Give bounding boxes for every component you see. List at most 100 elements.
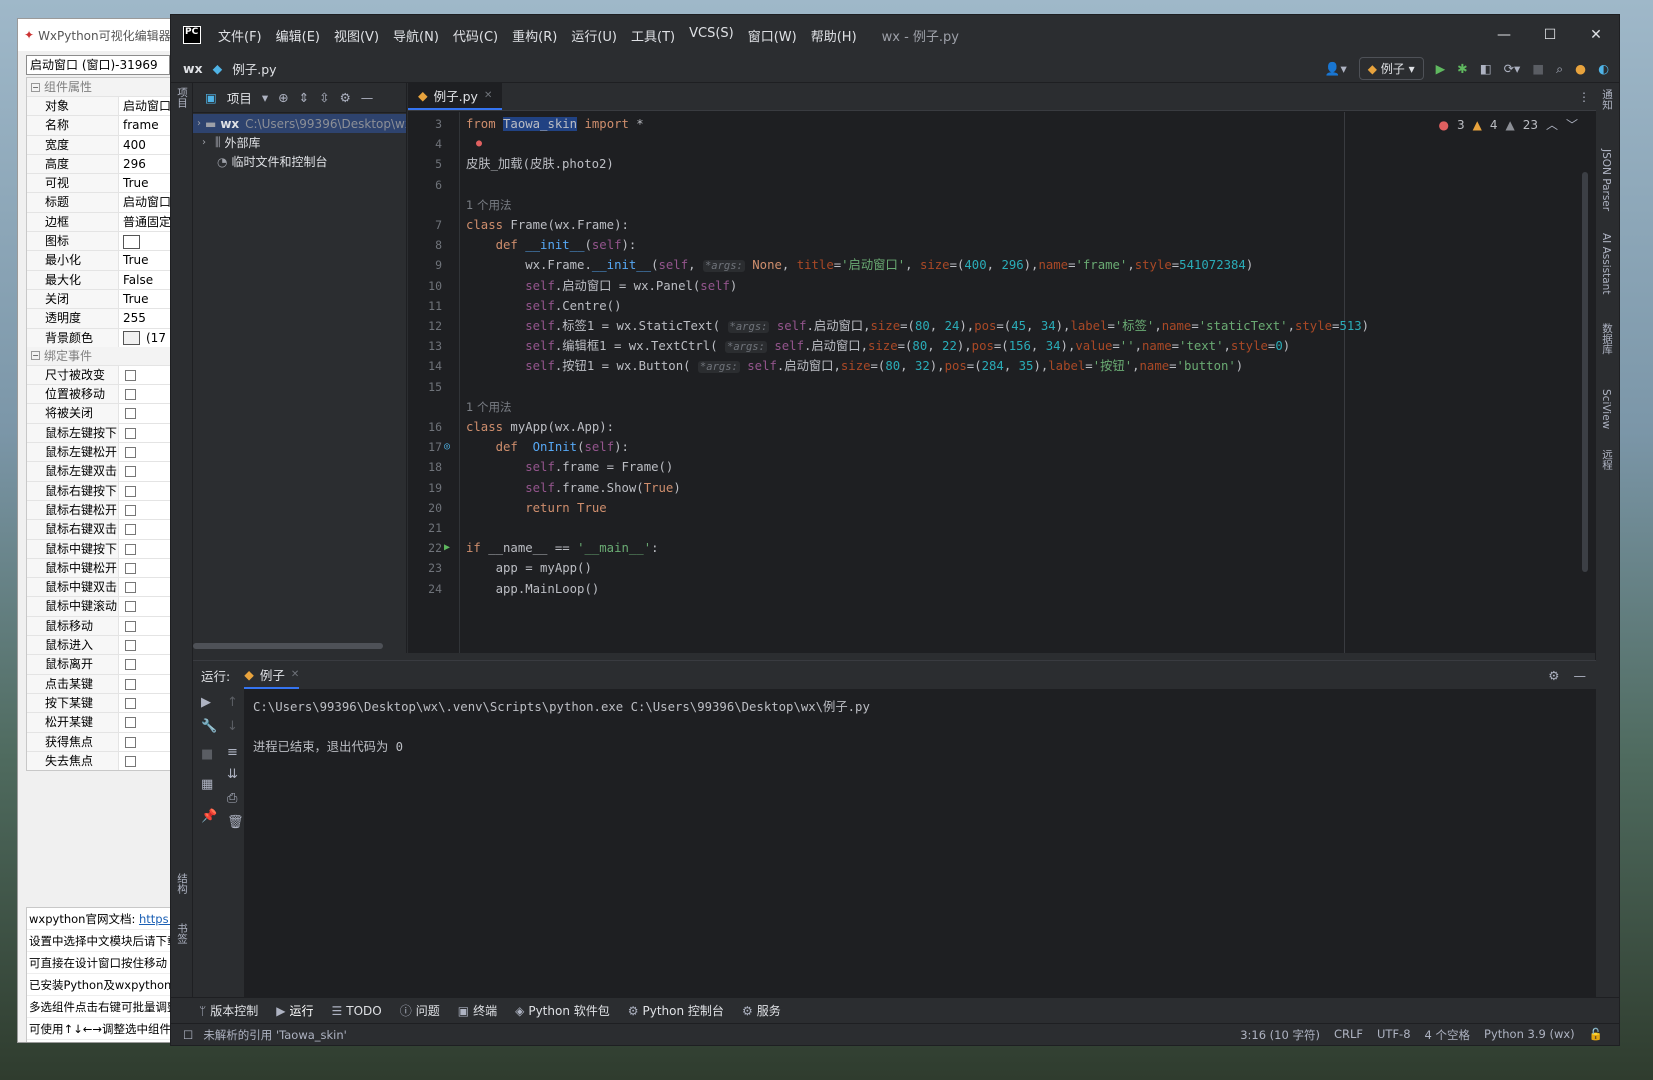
menu-item[interactable]: 导航(N): [386, 26, 446, 45]
stop-icon[interactable]: ■: [201, 747, 213, 762]
hide-icon[interactable]: —: [1574, 668, 1587, 683]
scroll-to-end-icon[interactable]: ⇊: [227, 767, 238, 782]
event-row[interactable]: 鼠标右键双击: [27, 519, 176, 539]
event-checkbox[interactable]: [125, 504, 136, 516]
event-row[interactable]: 点击某键: [27, 673, 176, 693]
tool-window-console[interactable]: ⚙ Python 控制台: [628, 1002, 724, 1019]
close-button[interactable]: ✕: [1573, 27, 1619, 43]
code-line[interactable]: 14 self.按钮1 = wx.Button( *args: self.启动窗…: [408, 356, 1596, 376]
horizontal-scrollbar[interactable]: [193, 643, 383, 649]
color-swatch[interactable]: [123, 331, 140, 346]
event-checkbox[interactable]: [125, 408, 136, 420]
event-checkbox[interactable]: [125, 717, 136, 729]
structure-tool-button[interactable]: 结构: [175, 873, 190, 894]
project-tool-label[interactable]: 项目: [175, 87, 190, 108]
gear-icon[interactable]: ⚙: [340, 90, 351, 105]
tool-window-packages[interactable]: ◈ Python 软件包: [515, 1002, 610, 1019]
event-row[interactable]: 鼠标中键按下: [27, 538, 176, 558]
event-row[interactable]: 尺寸被改变: [27, 364, 176, 385]
event-checkbox[interactable]: [125, 736, 136, 748]
property-row[interactable]: 透明度 255: [27, 308, 176, 328]
pin-icon[interactable]: 📌: [201, 809, 217, 824]
down-arrow-icon[interactable]: ↓: [227, 719, 238, 734]
json-parser-tool-button[interactable]: JSON Parser: [1600, 149, 1612, 211]
event-row[interactable]: 鼠标左键双击: [27, 461, 176, 481]
event-checkbox[interactable]: [125, 659, 136, 671]
event-row[interactable]: 失去焦点: [27, 750, 176, 771]
remote-tool-button[interactable]: 远程: [1600, 449, 1615, 470]
tool-window-branch[interactable]: ᛘ 版本控制: [199, 1002, 258, 1019]
property-value[interactable]: 普通固定: [119, 213, 176, 231]
status-item[interactable]: 4 个空格: [1425, 1027, 1470, 1043]
breadcrumb-file[interactable]: 例子.py: [232, 59, 276, 78]
event-checkbox[interactable]: [125, 620, 136, 632]
code-line[interactable]: 22 if __name__ == '__main__': ▶: [408, 538, 1596, 558]
tool-window-services[interactable]: ⚙ 服务: [742, 1002, 781, 1019]
property-value[interactable]: 400: [119, 136, 176, 154]
code-line[interactable]: 11 self.Centre(): [408, 296, 1596, 316]
property-value[interactable]: True: [119, 174, 176, 192]
event-checkbox[interactable]: [125, 697, 136, 709]
coverage-icon[interactable]: ◧: [1480, 61, 1492, 76]
search-icon[interactable]: ⌕: [1556, 61, 1563, 77]
collapse-all-icon[interactable]: ⇳: [319, 90, 329, 105]
gear-icon[interactable]: ⚙: [1548, 668, 1559, 683]
minimize-button[interactable]: —: [1481, 27, 1527, 43]
menu-item[interactable]: 窗口(W): [741, 26, 804, 45]
code-line[interactable]: 10 self.启动窗口 = wx.Panel(self): [408, 276, 1596, 296]
up-arrow-icon[interactable]: ↑: [227, 695, 238, 710]
run-tab[interactable]: ◆ 例子 ✕: [244, 661, 300, 689]
project-view-select[interactable]: 项目: [227, 88, 252, 107]
bookmarks-tool-button[interactable]: 书签: [175, 923, 190, 944]
debug-icon[interactable]: ✱: [1457, 61, 1467, 76]
status-item[interactable]: Python 3.9 (wx): [1484, 1027, 1575, 1043]
event-row[interactable]: 位置被移动: [27, 384, 176, 404]
maximize-button[interactable]: ☐: [1527, 27, 1573, 43]
event-row[interactable]: 松开某键: [27, 712, 176, 732]
close-tab-icon[interactable]: ✕: [484, 90, 492, 101]
menu-item[interactable]: 帮助(H): [804, 26, 864, 45]
code-line[interactable]: 7 class Frame(wx.Frame):: [408, 215, 1596, 235]
code-line[interactable]: 17 def OnInit(self): ◎: [408, 437, 1596, 457]
rerun-icon[interactable]: ▶: [201, 695, 211, 710]
tree-item[interactable]: › ⫼ 外部库: [193, 133, 406, 152]
event-checkbox[interactable]: [125, 524, 136, 536]
locate-icon[interactable]: ⊕: [278, 90, 288, 105]
property-row[interactable]: 边框 普通固定: [27, 211, 176, 232]
property-value[interactable]: 启动窗口: [119, 97, 176, 115]
menu-item[interactable]: 视图(V): [327, 26, 386, 45]
collapse-icon[interactable]: −: [31, 82, 40, 92]
status-item[interactable]: UTF-8: [1377, 1027, 1411, 1043]
property-row[interactable]: 名称 frame: [27, 115, 176, 135]
event-row[interactable]: 鼠标右键松开: [27, 499, 176, 520]
code-line[interactable]: 21: [408, 518, 1596, 538]
status-item[interactable]: 3:16 (10 字符): [1240, 1027, 1320, 1043]
soft-wrap-icon[interactable]: ≡: [227, 745, 238, 760]
tab-file[interactable]: ◆ 例子.py ✕: [408, 82, 503, 110]
event-row[interactable]: 鼠标离开: [27, 654, 176, 674]
code-editor[interactable]: ◆ 例子.py ✕ ⋮ ● 3 ▲ 4 ▲ 23 ︿ ﹀ 3 from Taowa_sk…: [408, 82, 1596, 653]
event-checkbox[interactable]: [125, 755, 136, 767]
event-row[interactable]: 鼠标中键松开: [27, 557, 176, 578]
property-row[interactable]: 可视 True: [27, 173, 176, 193]
events-category[interactable]: − 绑定事件: [27, 346, 176, 365]
event-row[interactable]: 鼠标移动: [27, 615, 176, 636]
vertical-scrollbar[interactable]: [1582, 172, 1588, 572]
event-row[interactable]: 鼠标左键按下: [27, 422, 176, 443]
code-line[interactable]: 18 self.frame = Frame(): [408, 457, 1596, 477]
component-selector[interactable]: 启动窗口 (窗口)-31969: [26, 55, 170, 75]
tool-window-problems[interactable]: ⓘ 问题: [400, 1002, 440, 1019]
hide-icon[interactable]: —: [361, 90, 374, 105]
tree-item[interactable]: › ▬ wx C:\Users\99396\Desktop\wx: [193, 114, 406, 133]
event-row[interactable]: 将被关闭: [27, 403, 176, 423]
chevron-right-icon[interactable]: ›: [197, 118, 201, 129]
console-output[interactable]: C:\Users\99396\Desktop\wx\.venv\Scripts\…: [253, 697, 870, 757]
property-row[interactable]: 对象 启动窗口: [27, 96, 176, 116]
event-checkbox[interactable]: [125, 369, 136, 381]
property-row[interactable]: 标题 启动窗口: [27, 192, 176, 212]
property-row[interactable]: 图标: [27, 231, 176, 251]
sciview-tool-button[interactable]: SciView: [1600, 389, 1612, 429]
property-value[interactable]: [119, 232, 176, 250]
status-panel-icon[interactable]: ☐: [183, 1028, 193, 1042]
run-configuration-select[interactable]: ◆ 例子 ▾: [1358, 57, 1424, 80]
